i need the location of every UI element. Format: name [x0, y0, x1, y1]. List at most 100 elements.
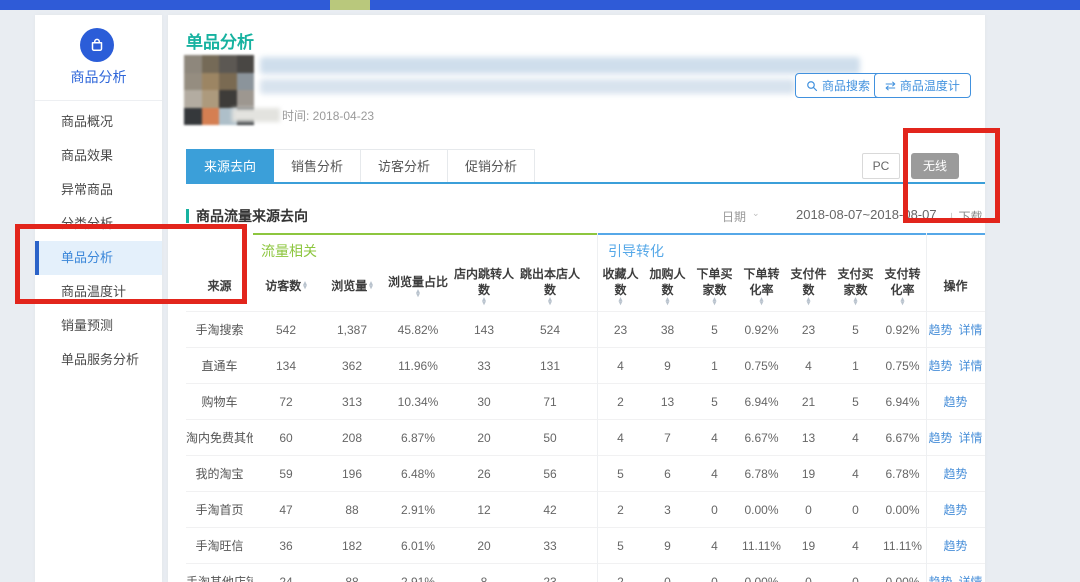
trend-link[interactable]: 趋势	[943, 537, 967, 554]
sort-icon[interactable]: ▴▾	[760, 298, 764, 306]
sidebar-item-销量预测[interactable]: 销量预测	[35, 309, 162, 343]
table-row: 手淘首页47882.91%12422300.00%000.00%趋势	[186, 491, 985, 527]
sort-icon[interactable]: ▴▾	[619, 298, 623, 306]
metric-cell: 131	[517, 359, 583, 373]
product-thermometer-button[interactable]: ⇄ 商品温度计	[874, 73, 971, 98]
metric-cell: 26	[451, 467, 517, 481]
action-cell: 趋势详情	[926, 573, 985, 582]
column-header-加购人数: 加购人数▴▾	[644, 266, 691, 306]
metric-cell: 4	[691, 431, 738, 445]
metric-cell: 0	[691, 503, 738, 517]
metric-cell: 313	[319, 395, 385, 409]
sort-icon[interactable]: ▴▾	[854, 298, 858, 306]
column-header-label: 下单转化率	[740, 266, 783, 298]
column-header-下单买家数: 下单买家数▴▾	[691, 266, 738, 306]
mosaic-cell	[202, 108, 220, 126]
metric-cell: 13	[644, 395, 691, 409]
trend-link[interactable]: 趋势	[943, 501, 967, 518]
metric-cell: 0	[832, 503, 879, 517]
tab-访客分析[interactable]: 访客分析	[361, 149, 448, 183]
table-row: 直通车13436211.96%331314910.75%410.75%趋势详情	[186, 347, 985, 383]
source-cell: 手淘其他店铺宝贝	[186, 573, 253, 582]
metric-cell: 0.00%	[738, 503, 785, 517]
metric-cell: 9	[644, 539, 691, 553]
metric-cell: 4	[691, 467, 738, 481]
trend-link[interactable]: 趋势	[928, 573, 952, 582]
sidebar-brand-label: 商品分析	[35, 67, 162, 87]
sidebar-item-异常商品[interactable]: 异常商品	[35, 173, 162, 207]
trend-link[interactable]: 趋势	[928, 357, 952, 374]
sort-icon[interactable]: ▴▾	[713, 298, 717, 306]
sort-icon[interactable]: ▴▾	[666, 298, 670, 306]
mosaic-cell	[202, 73, 220, 91]
table-header-row: 来源访客数▴▾浏览量▴▾浏览量占比▴▾店内跳转人数▴▾跳出本店人数▴▾收藏人数▴…	[186, 261, 985, 311]
column-header-label: 支付转化率	[881, 266, 924, 298]
column-header-访客数: 访客数▴▾	[253, 278, 319, 294]
toggle-pc-button[interactable]: PC	[862, 153, 900, 179]
tab-销售分析[interactable]: 销售分析	[274, 149, 361, 183]
source-cell: 手淘首页	[186, 501, 253, 518]
metric-cell: 50	[517, 431, 583, 445]
detail-link[interactable]: 详情	[959, 321, 983, 338]
product-title-blurred	[260, 57, 860, 74]
detail-link[interactable]: 详情	[959, 429, 983, 446]
mosaic-cell	[219, 55, 237, 73]
metric-cell: 2	[597, 575, 644, 582]
metric-cell: 23	[597, 323, 644, 337]
column-header-跳出本店人数: 跳出本店人数▴▾	[517, 266, 583, 306]
metric-cell: 0	[691, 575, 738, 582]
sort-icon[interactable]: ▴▾	[303, 282, 307, 290]
browser-top-bar	[0, 0, 1080, 10]
metric-cell: 134	[253, 359, 319, 373]
metric-cell: 30	[451, 395, 517, 409]
column-header-label: 下单买家数	[693, 266, 736, 298]
sort-icon[interactable]: ▴▾	[369, 282, 373, 290]
column-header-店内跳转人数: 店内跳转人数▴▾	[451, 266, 517, 306]
metric-cell: 45.82%	[385, 323, 451, 337]
annotation-box-sidebar	[15, 224, 247, 304]
metric-cell: 88	[319, 575, 385, 582]
tab-促销分析[interactable]: 促销分析	[448, 149, 535, 183]
trend-link[interactable]: 趋势	[928, 429, 952, 446]
metric-cell: 3	[644, 503, 691, 517]
sort-icon[interactable]: ▴▾	[482, 298, 486, 306]
tab-来源去向[interactable]: 来源去向	[186, 149, 274, 183]
metric-cell: 6.87%	[385, 431, 451, 445]
sort-icon[interactable]: ▴▾	[548, 298, 552, 306]
source-cell: 我的淘宝	[186, 465, 253, 482]
table-row: 手淘搜索5421,38745.82%143524233850.92%2350.9…	[186, 311, 985, 347]
column-header-label: 收藏人数	[599, 266, 642, 298]
source-cell: 直通车	[186, 357, 253, 374]
sidebar-item-商品概况[interactable]: 商品概况	[35, 105, 162, 139]
metric-cell: 0	[785, 503, 832, 517]
metric-cell: 59	[253, 467, 319, 481]
metric-cell: 1,387	[319, 323, 385, 337]
trend-link[interactable]: 趋势	[943, 465, 967, 482]
sort-icon[interactable]: ▴▾	[807, 298, 811, 306]
trend-link[interactable]: 趋势	[928, 321, 952, 338]
metric-cell: 6.94%	[738, 395, 785, 409]
metric-cell: 0.00%	[879, 575, 926, 582]
sidebar-item-商品效果[interactable]: 商品效果	[35, 139, 162, 173]
product-search-label: 商品搜索	[822, 77, 870, 94]
sort-icon[interactable]: ▴▾	[416, 290, 420, 298]
traffic-source-table: 流量相关 引导转化 来源访客数▴▾浏览量▴▾浏览量占比▴▾店内跳转人数▴▾跳出本…	[186, 233, 985, 582]
metric-cell: 60	[253, 431, 319, 445]
sidebar-item-单品服务分析[interactable]: 单品服务分析	[35, 343, 162, 377]
column-header-label: 支付买家数	[834, 266, 877, 298]
mosaic-cell	[237, 73, 255, 91]
metric-cell: 20	[451, 431, 517, 445]
sort-icon[interactable]: ▴▾	[901, 298, 905, 306]
metric-cell: 23	[517, 575, 583, 582]
page: 商品分析 商品概况商品效果异常商品分类分析单品分析商品温度计销量预测单品服务分析…	[0, 0, 1080, 582]
group-separator-line	[597, 233, 598, 582]
detail-link[interactable]: 详情	[959, 573, 983, 582]
metric-cell: 5	[832, 323, 879, 337]
sort-down-icon: ▾	[619, 302, 623, 306]
date-filter-dropdown[interactable]: 日期	[722, 208, 746, 225]
action-cell: 趋势	[926, 537, 985, 554]
trend-link[interactable]: 趋势	[943, 393, 967, 410]
metric-cell: 6.67%	[879, 431, 926, 445]
detail-link[interactable]: 详情	[959, 357, 983, 374]
product-search-button[interactable]: 商品搜索	[795, 73, 881, 98]
